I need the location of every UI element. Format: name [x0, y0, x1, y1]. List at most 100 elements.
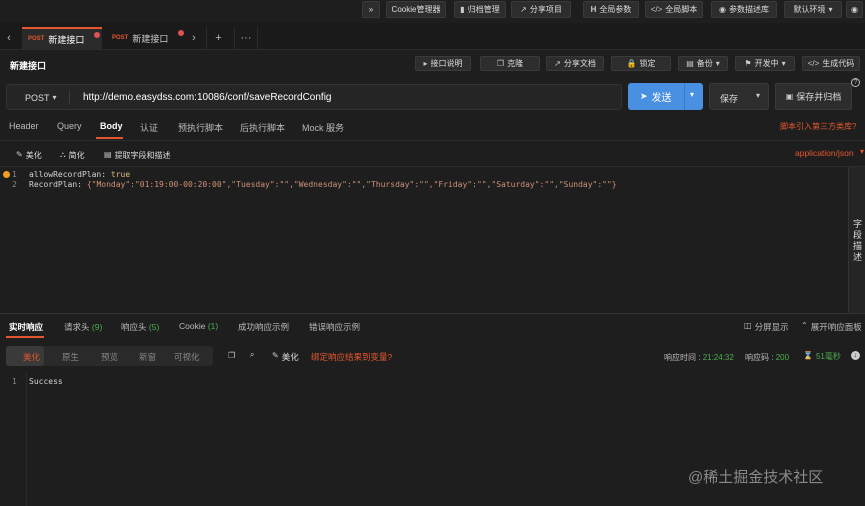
- third-party-lib-link[interactable]: 脚本引入第三方类库?: [780, 121, 856, 132]
- watermark: @稀土掘金技术社区: [688, 469, 824, 486]
- expand-icon: ⌃: [801, 321, 808, 330]
- archive-manage-button[interactable]: ▮ 归档管理: [454, 1, 506, 18]
- url-input[interactable]: http://demo.easydss.com:10086/conf/saveR…: [83, 92, 331, 103]
- warning-icon: [3, 171, 10, 178]
- expand-panel-button[interactable]: ⌃ 展开响应面板: [801, 321, 862, 333]
- collapse-button[interactable]: »: [362, 1, 380, 18]
- url-bar: POST ▾ http://demo.easydss.com:10086/conf…: [6, 84, 622, 110]
- unsaved-dot-icon: [178, 30, 184, 36]
- view-visualize[interactable]: 可视化: [174, 351, 200, 363]
- more-tabs-button[interactable]: ···: [234, 27, 258, 49]
- chevron-down-icon: ▾: [715, 59, 720, 68]
- brush-icon: ✎: [272, 351, 279, 360]
- chevron-down-icon[interactable]: ▾: [756, 91, 760, 100]
- backup-button[interactable]: ▤ 备份 ▾: [678, 56, 728, 71]
- response-beautify-button[interactable]: ✎ 美化: [272, 351, 299, 363]
- tab-response-headers[interactable]: 响应头 (5): [121, 321, 159, 333]
- save-archive-button[interactable]: ▣ 保存并归档: [775, 83, 852, 110]
- archive-icon: ▮: [460, 5, 465, 14]
- tab-header[interactable]: Header: [9, 121, 39, 131]
- chevron-down-icon: ▾: [828, 5, 833, 14]
- divider: [69, 90, 70, 105]
- response-code: 响应码 : 200: [745, 353, 790, 362]
- divider: [684, 83, 685, 110]
- environment-select[interactable]: 默认环境 ▾: [784, 1, 842, 18]
- beautify-button[interactable]: ✎ 美化: [16, 150, 42, 161]
- line-number: 1: [12, 170, 17, 179]
- cookie-manager-button[interactable]: Cookie管理器: [386, 1, 446, 18]
- line-number: 2: [12, 180, 17, 189]
- view-beautify[interactable]: 美化: [23, 351, 40, 363]
- tab-request-headers[interactable]: 请求头 (9): [64, 321, 102, 333]
- save-icon: ▣: [785, 92, 794, 101]
- global-params-button[interactable]: H 全局参数: [583, 1, 639, 18]
- request-tabs-bar: ‹ POST 新建接口 POST 新建接口 › + ···: [0, 23, 865, 50]
- tree-icon: ⛬: [60, 150, 66, 159]
- view-raw[interactable]: 原生: [62, 351, 79, 363]
- help-icon[interactable]: ?: [851, 78, 860, 87]
- request-header: 新建接口 ▸ 接口说明 ❐ 克隆 ↗ 分享文档 🔒 锁定 ▤ 备份 ▾ ⚑ 开发中 ▾ </> 生…: [0, 51, 865, 78]
- divider: [26, 372, 27, 506]
- method-select[interactable]: POST ▾: [25, 93, 57, 103]
- hourglass-icon: ⌛: [803, 351, 813, 360]
- send-icon: ➤: [640, 91, 648, 101]
- download-icon[interactable]: ↓: [851, 351, 860, 360]
- extract-fields-button[interactable]: ▤ 提取字段和描述: [104, 150, 171, 161]
- add-tab-button[interactable]: +: [206, 27, 230, 49]
- code-line: RecordPlan: {"Monday":"01:19:00-00:20:00…: [29, 180, 617, 189]
- search-icon[interactable]: ⌕: [250, 350, 254, 360]
- tab-query[interactable]: Query: [57, 121, 82, 131]
- tabs-prev-button[interactable]: ‹: [0, 27, 18, 49]
- tab-error-example[interactable]: 错误响应示例: [309, 321, 360, 333]
- body-editor[interactable]: 1 2 allowRecordPlan: true RecordPlan: {"…: [0, 167, 848, 313]
- tab-cookie[interactable]: Cookie (1): [179, 321, 218, 331]
- split-view-button[interactable]: ◫ 分屏显示: [744, 321, 789, 333]
- send-button[interactable]: ➤ 发送 ▾: [628, 83, 703, 110]
- code-icon: </>: [807, 59, 820, 68]
- backup-icon: ▤: [686, 59, 694, 68]
- tab-new-api-2[interactable]: POST 新建接口: [106, 27, 186, 49]
- extract-icon: ▤: [104, 150, 112, 159]
- tab-post-script[interactable]: 后执行脚本: [240, 121, 285, 134]
- tab-success-example[interactable]: 成功响应示例: [238, 321, 289, 333]
- save-button[interactable]: 保存 ▾: [709, 83, 769, 110]
- tab-body[interactable]: Body: [100, 121, 123, 131]
- eye-button[interactable]: ◉: [846, 1, 863, 18]
- lock-icon: 🔒: [626, 59, 637, 68]
- tab-new-api-1[interactable]: POST 新建接口: [22, 27, 102, 49]
- simplify-button[interactable]: ⛬ 简化: [60, 150, 85, 161]
- line-number: 1: [12, 377, 17, 386]
- api-doc-button[interactable]: ▸ 接口说明: [415, 56, 471, 71]
- lock-button[interactable]: 🔒 锁定: [611, 56, 671, 71]
- response-duration: ⌛ 51毫秒: [803, 351, 841, 361]
- chevron-down-icon[interactable]: ▾: [860, 147, 864, 156]
- share-project-button[interactable]: ↗ 分享项目: [511, 1, 571, 18]
- chevron-down-icon[interactable]: ▾: [690, 90, 694, 99]
- copy-icon[interactable]: ❐: [228, 351, 235, 360]
- chevron-down-icon: ▾: [781, 59, 786, 68]
- share-doc-button[interactable]: ↗ 分享文档: [546, 56, 604, 71]
- library-icon: ◉: [719, 5, 726, 14]
- tab-pre-script[interactable]: 预执行脚本: [178, 121, 223, 134]
- h-icon: H: [590, 5, 597, 14]
- tab-mock[interactable]: Mock 服务: [302, 121, 344, 134]
- brush-icon: ✎: [16, 150, 23, 159]
- param-library-button[interactable]: ◉ 参数描述库: [711, 1, 777, 18]
- bind-variable-link[interactable]: 绑定响应结果到变量?: [311, 351, 392, 363]
- field-description-panel[interactable]: 字段描述: [848, 167, 865, 313]
- view-new-window[interactable]: 新窗: [139, 351, 156, 363]
- gen-code-button[interactable]: </> 生成代码: [802, 56, 860, 71]
- tabs-next-button[interactable]: ›: [186, 27, 202, 49]
- dev-status-button[interactable]: ⚑ 开发中 ▾: [735, 56, 795, 71]
- tab-live-response[interactable]: 实时响应: [9, 321, 43, 333]
- request-title: 新建接口: [10, 61, 47, 71]
- tab-auth[interactable]: 认证: [140, 121, 158, 134]
- eye-icon: ◉: [851, 5, 858, 14]
- code-line: Success: [29, 377, 63, 386]
- clone-button[interactable]: ❐ 克隆: [480, 56, 540, 71]
- view-preview[interactable]: 预览: [101, 351, 118, 363]
- global-script-button[interactable]: </> 全局脚本: [645, 1, 703, 18]
- active-tab-indicator: [6, 336, 44, 338]
- content-type-select[interactable]: application/json: [795, 148, 854, 158]
- active-tab-indicator: [96, 137, 123, 139]
